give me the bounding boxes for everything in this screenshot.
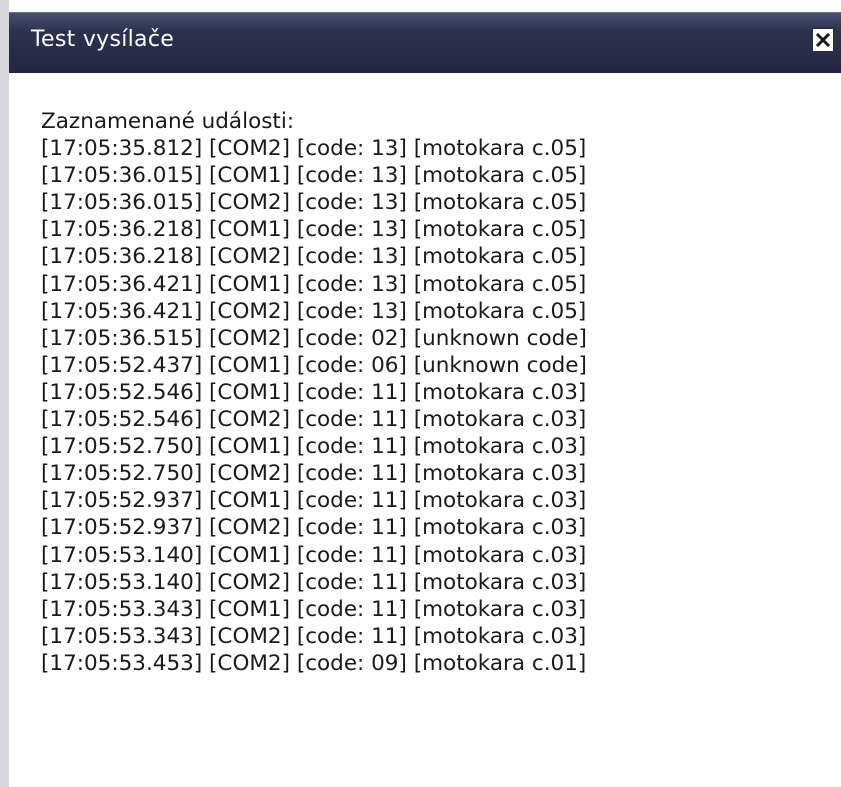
log-entry: [17:05:52.937] [COM1] [code: 11] [motoka… [41,488,587,514]
event-log: Zaznamenané události: [17:05:35.812] [CO… [41,108,841,677]
log-entry: [17:05:52.750] [COM2] [code: 11] [motoka… [41,461,587,487]
log-entry: [17:05:52.546] [COM1] [code: 11] [motoka… [41,379,587,405]
close-icon [815,32,831,48]
event-log-heading: Zaznamenané události: [41,109,295,134]
log-entry: [17:05:52.437] [COM1] [code: 06] [unknow… [41,352,587,378]
dialog-titlebar[interactable]: Test vysílače [9,12,841,73]
transmitter-test-dialog: Test vysílače Zaznamenané události: [17:… [0,0,841,787]
log-entry: [17:05:35.812] [COM2] [code: 13] [motoka… [41,136,587,162]
log-entry: [17:05:36.015] [COM2] [code: 13] [motoka… [41,190,587,216]
log-entry: [17:05:53.343] [COM2] [code: 11] [motoka… [41,623,587,649]
log-entry: [17:05:52.750] [COM1] [code: 11] [motoka… [41,434,587,460]
log-entry: [17:05:36.015] [COM1] [code: 13] [motoka… [41,163,587,189]
event-log-list: [17:05:35.812] [COM2] [code: 13] [motoka… [41,135,841,677]
log-entry: [17:05:52.546] [COM2] [code: 11] [motoka… [41,407,587,433]
log-entry: [17:05:53.140] [COM1] [code: 11] [motoka… [41,542,587,568]
log-entry: [17:05:36.218] [COM1] [code: 13] [motoka… [41,217,587,243]
log-entry: [17:05:36.421] [COM1] [code: 13] [motoka… [41,271,587,297]
log-entry: [17:05:53.140] [COM2] [code: 11] [motoka… [41,569,587,595]
dialog-title: Test vysílače [31,27,175,52]
log-entry: [17:05:36.218] [COM2] [code: 13] [motoka… [41,244,587,270]
log-entry: [17:05:36.515] [COM2] [code: 02] [unknow… [41,325,587,351]
log-entry: [17:05:53.453] [COM2] [code: 09] [motoka… [41,650,587,676]
log-entry: [17:05:52.937] [COM2] [code: 11] [motoka… [41,515,587,541]
log-entry: [17:05:53.343] [COM1] [code: 11] [motoka… [41,596,587,622]
log-entry: [17:05:36.421] [COM2] [code: 13] [motoka… [41,298,587,324]
close-button[interactable] [811,27,835,53]
